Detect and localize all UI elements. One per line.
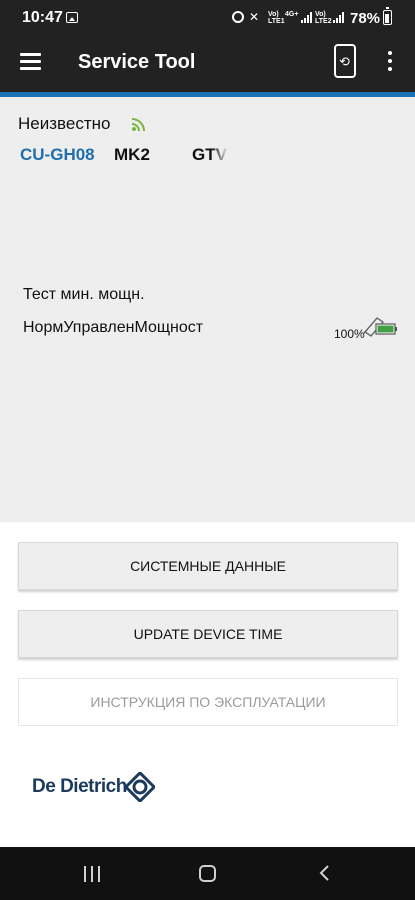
alarm-icon (232, 11, 244, 23)
menu-icon[interactable] (20, 53, 41, 71)
status-bar: 10:47 ✕ Vo) LTE1 4G+ Vo) LTE2 78% (0, 0, 415, 36)
device-extra: GTV (192, 145, 227, 164)
sync-device-icon[interactable]: ⟲ (334, 44, 356, 78)
system-nav-bar (0, 847, 415, 900)
brand-logo-text: De Dietrich (32, 776, 127, 797)
update-device-time-button[interactable]: UPDATE DEVICE TIME (18, 610, 398, 658)
battery-percent: 78% (350, 10, 381, 27)
device-panel: Неизвестно CU-GH08 MK2 GTV Тест мин. мощ… (0, 97, 415, 522)
mute-icon: ✕ (249, 10, 260, 24)
volte1-icon: Vo) LTE1 (268, 11, 285, 25)
volte2-icon: Vo) LTE2 (315, 11, 332, 25)
system-data-button[interactable]: СИСТЕМНЫЕ ДАННЫЕ (18, 542, 398, 590)
app-title: Service Tool (78, 51, 196, 73)
back-icon[interactable] (318, 865, 330, 881)
more-vert-icon[interactable] (385, 51, 395, 73)
user-manual-button[interactable]: ИНСТРУКЦИЯ ПО ЭКСПЛУАТАЦИИ (18, 678, 398, 726)
status-time: 10:47 (22, 9, 63, 26)
signal-bars-2-icon (333, 12, 347, 23)
battery-icon (383, 7, 392, 25)
device-name: Неизвестно (18, 114, 111, 133)
device-model: CU-GH08 (20, 145, 95, 164)
network-type: 4G+ (285, 11, 299, 18)
brand-logo-mark (125, 772, 155, 802)
signal-bars-icon (301, 12, 315, 23)
test-label: Тест мин. мощн. (23, 286, 145, 303)
wifi-signal-icon (131, 118, 145, 132)
device-version: MK2 (114, 145, 150, 164)
app-bar: Service Tool ⟲ (0, 36, 415, 92)
device-battery-icon (362, 317, 397, 337)
gallery-icon (66, 12, 78, 23)
home-icon[interactable] (199, 865, 216, 882)
power-control-label: НормУправленМощност (23, 319, 204, 336)
recents-icon[interactable] (84, 866, 100, 882)
